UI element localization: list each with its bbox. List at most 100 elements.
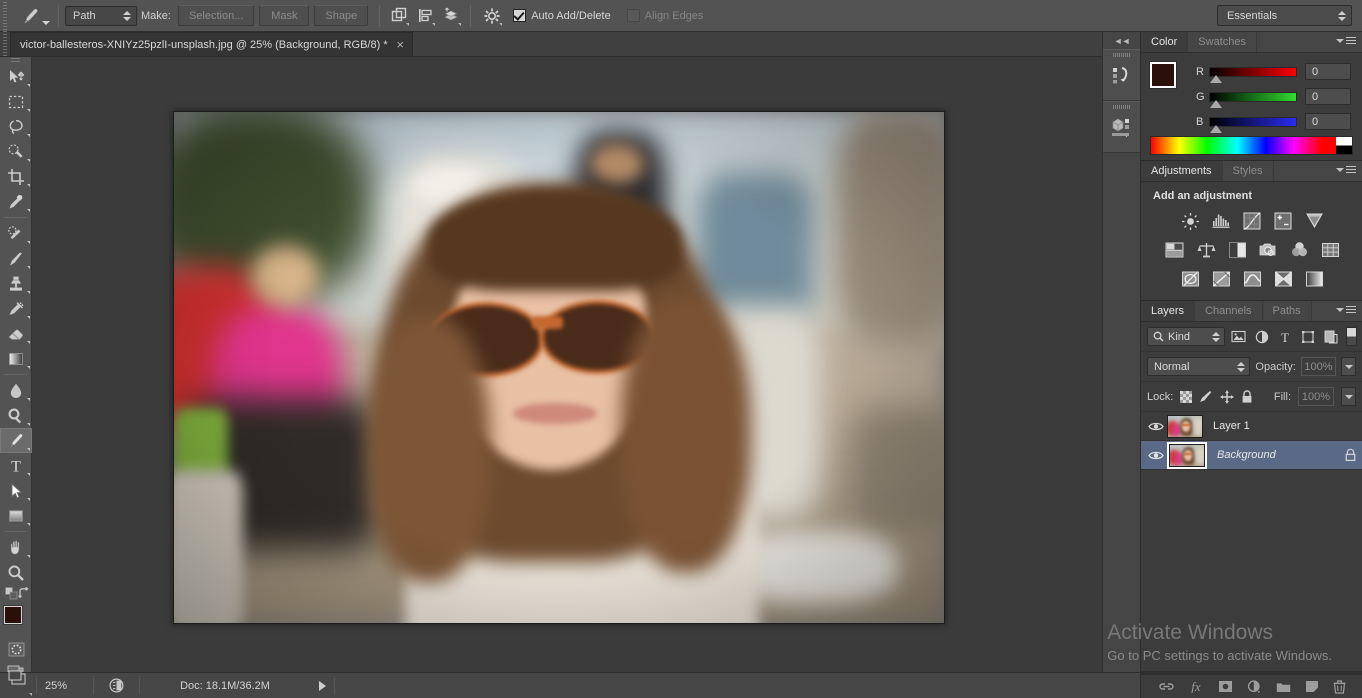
color-balance-icon[interactable] [1195,240,1217,260]
rail-drag-handle[interactable] [1113,53,1131,57]
layer-thumbnail[interactable] [1169,444,1205,467]
color-panel-foreground-swatch[interactable] [1150,62,1176,88]
dodge-tool[interactable] [0,403,32,428]
adjustments-panel-menu-icon[interactable] [1336,166,1356,174]
channel-mixer-icon[interactable] [1288,240,1310,260]
selective-color-icon[interactable] [1273,269,1295,289]
tab-bar-grip[interactable] [0,31,10,56]
quick-mask-button[interactable] [0,638,32,661]
hand-tool[interactable] [0,535,32,560]
layer-name[interactable]: Background [1217,449,1338,461]
crop-tool[interactable] [0,164,32,189]
black-white-icon[interactable] [1226,240,1248,260]
layer-visibility-eye-icon[interactable] [1145,450,1167,461]
threshold-icon[interactable] [1242,269,1264,289]
opacity-value[interactable]: 100% [1301,357,1336,376]
tab-layers[interactable]: Layers [1141,301,1195,321]
channel-slider-g[interactable] [1209,92,1297,102]
move-tool[interactable] [0,64,32,89]
delete-layer-icon[interactable] [1333,680,1346,694]
canvas-area[interactable] [32,57,1102,672]
make-mask-button[interactable]: Mask [259,5,309,26]
properties-panel-icon[interactable] [1103,101,1141,153]
layers-panel-menu-icon[interactable] [1336,306,1356,314]
foreground-background-color[interactable] [0,604,32,638]
tab-swatches[interactable]: Swatches [1188,32,1257,52]
path-mode-select[interactable]: Path [65,6,137,26]
lock-position-icon[interactable] [1220,390,1234,404]
new-group-icon[interactable] [1276,681,1291,693]
rectangle-tool[interactable] [0,503,32,528]
vibrance-icon[interactable] [1304,211,1326,231]
channel-slider-b[interactable] [1209,117,1297,127]
link-layers-icon[interactable] [1159,681,1174,692]
color-lookup-icon[interactable] [1319,240,1341,260]
table-row[interactable]: Layer 1 [1141,412,1362,441]
zoom-level[interactable]: 25% [37,673,93,698]
channel-slider-r[interactable] [1209,67,1297,77]
path-alignment-icon[interactable] [412,4,438,28]
status-screen-mode-icon[interactable] [0,673,36,698]
quick-selection-tool[interactable] [0,139,32,164]
filter-smart-object-icon[interactable] [1321,327,1340,346]
blur-tool[interactable] [0,378,32,403]
color-panel-menu-icon[interactable] [1336,37,1356,45]
thumbnail-preview-icon[interactable] [94,673,139,698]
tab-paths[interactable]: Paths [1263,301,1312,321]
status-screen-mode-chevron-icon[interactable] [29,693,32,696]
tab-channels[interactable]: Channels [1195,301,1262,321]
make-shape-button[interactable]: Shape [314,5,368,26]
play-arrow-icon[interactable] [310,673,334,698]
image-canvas[interactable] [173,111,945,624]
opacity-stepper[interactable] [1341,357,1356,376]
tool-preset-chevron-down-icon[interactable] [42,21,50,25]
swap-colors-icon[interactable] [18,587,31,600]
document-tab[interactable]: victor-ballesteros-XNIYz25pzlI-unsplash.… [10,32,413,56]
options-bar-grip[interactable] [0,0,10,32]
geometry-options-gear-icon[interactable] [479,4,505,28]
fill-stepper[interactable] [1341,387,1356,406]
filter-adjustment-icon[interactable] [1252,327,1271,346]
curves-icon[interactable] [1242,211,1264,231]
tab-color[interactable]: Color [1141,32,1188,52]
current-tool-preview[interactable] [10,0,52,32]
close-icon[interactable]: × [395,40,406,50]
clone-stamp-tool[interactable] [0,271,32,296]
auto-add-delete-checkbox[interactable]: Auto Add/Delete [513,9,611,22]
document-info[interactable]: Doc: 18.1M/36.2M [140,673,310,698]
foreground-color-swatch[interactable] [4,606,22,624]
posterize-icon[interactable] [1211,269,1233,289]
layer-filter-toggle[interactable] [1346,327,1357,346]
channel-value-g[interactable]: 0 [1305,88,1351,105]
layer-thumbnail[interactable] [1167,415,1203,438]
gradient-map-icon[interactable] [1304,269,1326,289]
rectangular-marquee-tool[interactable] [0,89,32,114]
filter-pixel-icon[interactable] [1229,327,1248,346]
filter-shape-icon[interactable] [1298,327,1317,346]
default-colors-icon[interactable] [5,587,18,600]
lock-all-icon[interactable] [1241,390,1253,404]
hue-saturation-icon[interactable] [1164,240,1186,260]
fill-value[interactable]: 100% [1298,387,1334,406]
workspace-switcher[interactable]: Essentials [1217,5,1352,26]
gradient-tool[interactable] [0,346,32,371]
brush-tool[interactable] [0,246,32,271]
brightness-contrast-icon[interactable] [1180,211,1202,231]
history-brush-tool[interactable] [0,296,32,321]
path-selection-tool[interactable] [0,478,32,503]
new-fill-adjustment-icon[interactable] [1247,680,1262,694]
layer-name[interactable]: Layer 1 [1213,420,1362,432]
horizontal-type-tool[interactable]: T [0,453,32,478]
layer-filter-kind-select[interactable]: Kind [1147,327,1225,346]
path-operations-icon[interactable] [386,4,412,28]
collapse-panels-icon[interactable]: ◄◄ [1103,32,1140,49]
invert-icon[interactable] [1180,269,1202,289]
pen-tool[interactable] [0,428,32,453]
add-layer-mask-icon[interactable] [1218,680,1233,693]
rail-drag-handle-2[interactable] [1113,105,1131,109]
new-layer-icon[interactable] [1305,680,1319,693]
tab-styles[interactable]: Styles [1223,161,1274,181]
zoom-tool[interactable] [0,560,32,585]
lock-transparent-pixels-icon[interactable] [1180,391,1192,403]
align-edges-checkbox[interactable]: Align Edges [627,9,704,22]
